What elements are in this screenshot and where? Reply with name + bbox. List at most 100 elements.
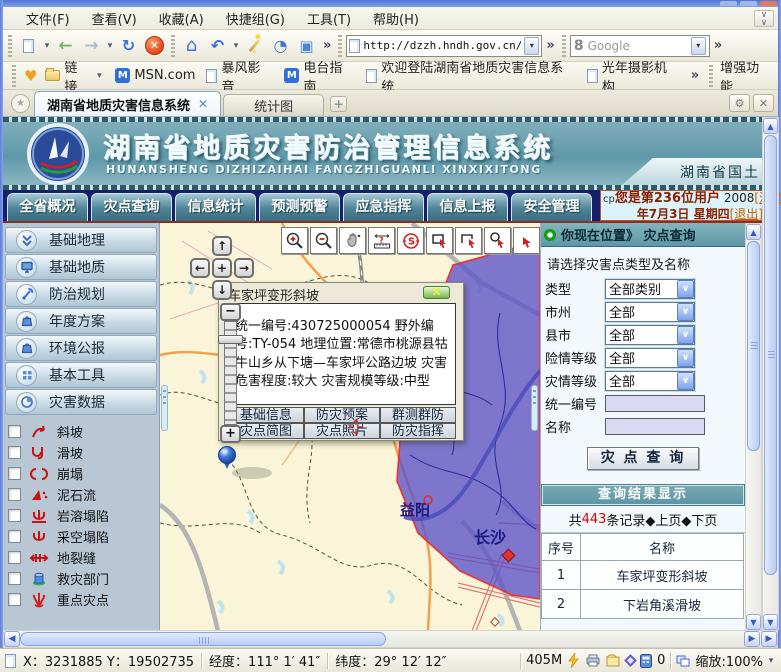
pan-down-button[interactable]: ↓ xyxy=(212,280,232,300)
gesture-diamond-icon[interactable] xyxy=(624,654,637,667)
search-placeholder[interactable]: Google xyxy=(588,39,687,53)
menu-tools[interactable]: 工具(T) xyxy=(296,6,362,31)
search-box[interactable]: 8 Google ▾ xyxy=(570,35,710,57)
nav-info-statistics[interactable]: 信息统计 xyxy=(175,193,256,221)
name-input[interactable] xyxy=(605,418,705,435)
nav-forecast-warning[interactable]: 预测预警 xyxy=(259,193,340,221)
bookmarks-overflow[interactable]: » xyxy=(688,68,702,83)
new-note-icon[interactable] xyxy=(606,654,621,667)
nav-info-report[interactable]: 信息上报 xyxy=(427,193,508,221)
bookmarks-grip[interactable] xyxy=(709,65,713,87)
panel-scroll-thumb[interactable] xyxy=(747,241,760,451)
menu-view[interactable]: 查看(V) xyxy=(81,6,148,31)
toolbar-grip[interactable] xyxy=(171,35,175,57)
rectangle-select-tool[interactable] xyxy=(426,227,453,254)
horizontal-scroll-thumb[interactable] xyxy=(20,632,386,646)
county-select[interactable]: 全部 ∨ xyxy=(605,325,695,345)
prev-page-link[interactable]: ◆上页 xyxy=(645,510,681,529)
sidebar-group-basic-tools[interactable]: 基本工具 xyxy=(5,362,157,388)
horizontal-scrollbar[interactable]: ◀ ▶ ▶ xyxy=(3,630,778,648)
layer-checkbox[interactable] xyxy=(8,425,21,438)
address-bar[interactable]: http://dzzh.hndh.gov.cn/gr ▾ xyxy=(346,35,542,57)
url-text[interactable]: http://dzzh.hndh.gov.cn/gr xyxy=(363,39,521,52)
sidebar-group-prevention-planning[interactable]: 防治规划 xyxy=(5,281,157,307)
splitter-handle[interactable] xyxy=(531,385,538,431)
new-tab-button[interactable]: + xyxy=(330,96,347,112)
nav-province-overview[interactable]: 全省概况 xyxy=(7,193,88,221)
stop-button[interactable]: ✕ xyxy=(142,33,167,59)
popup-site-photo-button[interactable]: 灾点照片 xyxy=(304,423,380,439)
chevron-down-icon[interactable]: ∨ xyxy=(677,372,694,390)
scroll-down-icon[interactable]: ▼ xyxy=(746,614,761,630)
layer-checkbox[interactable] xyxy=(8,551,21,564)
layer-checkbox[interactable] xyxy=(8,593,21,606)
type-select[interactable]: 全部类别 ∨ xyxy=(605,279,695,299)
zoom-minus-button[interactable]: − xyxy=(220,303,241,321)
scroll-left-icon[interactable]: ◀ xyxy=(4,631,20,647)
uniform-id-input[interactable] xyxy=(605,395,705,412)
zoom-plus-button[interactable]: + xyxy=(220,425,241,443)
tab-settings-button[interactable]: ⚙ xyxy=(729,94,750,112)
toolbar-grip[interactable] xyxy=(338,35,342,57)
layer-checkbox[interactable] xyxy=(8,446,21,459)
sidebar-group-annual-plan[interactable]: 年度方案 xyxy=(5,308,157,334)
close-window-button[interactable] xyxy=(760,1,777,6)
menu-groups[interactable]: 快捷组(G) xyxy=(215,6,296,31)
point-select-tool[interactable] xyxy=(513,227,540,254)
risk-level-select[interactable]: 全部 ∨ xyxy=(605,348,695,368)
zoom-slider-handle[interactable] xyxy=(218,335,243,344)
maximize-button[interactable] xyxy=(740,1,757,6)
chevron-down-icon[interactable]: ∨ xyxy=(677,349,694,367)
next-page-link[interactable]: ◆下页 xyxy=(681,510,717,529)
measure-tool[interactable]: ? xyxy=(368,227,395,254)
resize-panes-icon[interactable] xyxy=(676,655,690,667)
layer-checkbox[interactable] xyxy=(8,509,21,522)
sidebar-group-basic-geography[interactable]: 基础地理 xyxy=(5,227,157,253)
tab-disaster-system[interactable]: 湖南省地质灾害信息系统 ✕ xyxy=(34,91,221,116)
row-name[interactable]: 车家坪变形斜坡 xyxy=(581,561,744,590)
tab-statistics-chart[interactable]: 统计图 xyxy=(223,94,324,116)
search-engine-caret[interactable]: ▾ xyxy=(691,37,706,55)
chevron-down-icon[interactable]: ∨ xyxy=(677,280,694,298)
minimize-button[interactable] xyxy=(720,1,737,6)
table-row[interactable]: 2 下岩角溪滑坡 xyxy=(542,590,744,619)
addressbar-overflow[interactable]: » xyxy=(543,38,557,53)
popup-group-monitoring-button[interactable]: 群测群防 xyxy=(380,407,456,423)
map-viewport[interactable]: 益阳 长沙 ? S xyxy=(160,223,540,630)
refresh-button[interactable]: ↻ xyxy=(116,33,141,59)
exit-link[interactable]: [退出] xyxy=(730,207,763,221)
new-page-caret[interactable]: ▾ xyxy=(42,41,52,51)
layer-checkbox[interactable] xyxy=(8,530,21,543)
pan-tool[interactable] xyxy=(339,227,366,254)
popup-close-button[interactable]: X xyxy=(423,286,450,299)
nav-disaster-query[interactable]: 灾点查询 xyxy=(91,193,172,221)
url-dropdown-button[interactable]: ▾ xyxy=(524,37,539,55)
popup-command-button[interactable]: 防灾指挥 xyxy=(380,423,456,439)
search-overflow[interactable]: » xyxy=(711,38,725,53)
city-select[interactable]: 全部 ∨ xyxy=(605,302,695,322)
pan-center-button[interactable]: + xyxy=(212,258,232,278)
menu-favorites[interactable]: 收藏(A) xyxy=(148,6,215,31)
undo-caret[interactable]: ▾ xyxy=(231,41,241,51)
query-button[interactable]: 灾 点 查 询 xyxy=(587,447,699,470)
splitter-handle[interactable] xyxy=(161,385,168,431)
counter-icon[interactable] xyxy=(640,654,652,668)
toolbar-grip[interactable] xyxy=(8,35,12,57)
layer-checkbox[interactable] xyxy=(8,467,21,480)
circle-select-tool[interactable] xyxy=(484,227,511,254)
pan-right-button[interactable]: → xyxy=(234,258,254,278)
pan-left-button[interactable]: ← xyxy=(190,258,210,278)
popup-basic-info-button[interactable]: 基础信息 xyxy=(228,407,304,423)
printer-icon[interactable] xyxy=(585,654,601,667)
favorites-heart-icon[interactable]: ♥ xyxy=(24,67,37,85)
home-button[interactable]: ⌂ xyxy=(179,33,204,59)
scroll-down-icon[interactable]: ▼ xyxy=(763,614,778,630)
toolbar-overflow[interactable]: » xyxy=(320,38,334,53)
boost-lightning-icon[interactable] xyxy=(567,653,580,668)
close-tabs-button[interactable]: ✕ xyxy=(753,94,774,112)
scroll-right-icon[interactable]: ▶ xyxy=(761,631,777,647)
page-scroll-thumb[interactable] xyxy=(764,135,777,575)
zoom-in-tool[interactable] xyxy=(281,227,308,254)
rectangle-deselect-tool[interactable] xyxy=(455,227,482,254)
layer-checkbox[interactable] xyxy=(8,488,21,501)
